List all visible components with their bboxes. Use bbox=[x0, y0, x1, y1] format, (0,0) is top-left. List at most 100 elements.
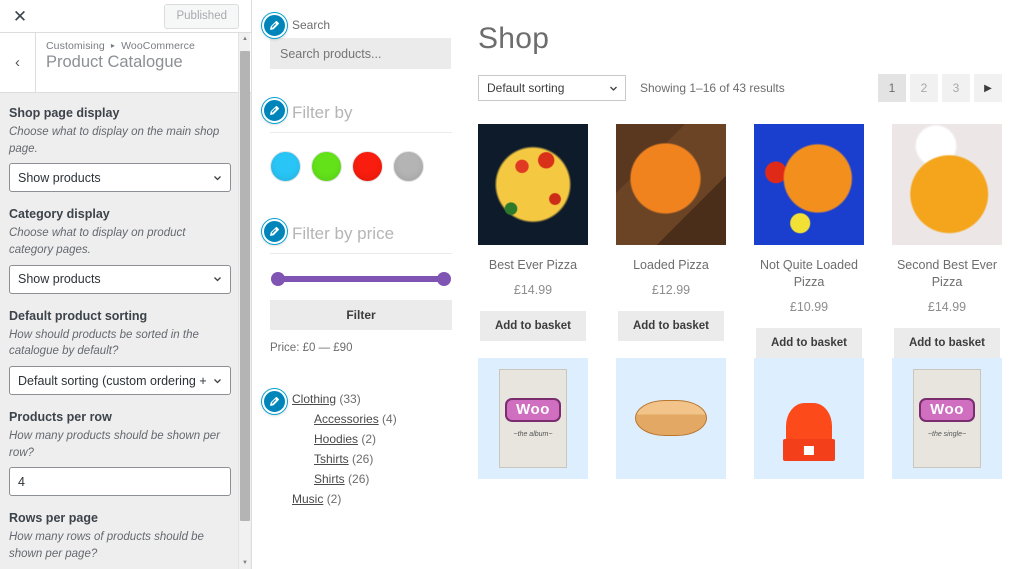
control-label: Category display bbox=[9, 207, 110, 222]
customizer-screen: ✕ Published ‹ Customising ▸ WooCommerce … bbox=[0, 0, 1024, 569]
control-description: Choose what to display on product catego… bbox=[9, 227, 186, 257]
product-price: £12.99 bbox=[651, 282, 691, 297]
product-thumbnail[interactable] bbox=[754, 124, 864, 245]
edit-pencil-icon[interactable] bbox=[262, 219, 287, 244]
search-form bbox=[270, 38, 452, 69]
back-chevron-icon[interactable]: ‹ bbox=[0, 33, 36, 92]
beanie-illustration bbox=[783, 403, 836, 462]
control-label: Default product sorting bbox=[9, 308, 148, 323]
woo-logo: Woo bbox=[505, 398, 561, 423]
publish-button[interactable]: Published bbox=[164, 3, 239, 29]
category-link[interactable]: Music bbox=[292, 492, 323, 506]
scroll-down-icon[interactable]: ▼ bbox=[239, 557, 251, 569]
pagination-next-button[interactable]: ▶ bbox=[974, 74, 1002, 102]
colour-swatch-blue[interactable] bbox=[270, 151, 301, 182]
breadcrumb: Customising ▸ WooCommerce bbox=[46, 40, 195, 52]
control-number-input[interactable]: 4 bbox=[9, 467, 231, 497]
category-list: Clothing (33) Accessories (4) Hoodies (2) T… bbox=[270, 392, 452, 506]
scroll-up-icon[interactable]: ▲ bbox=[239, 33, 251, 45]
widget-title: Search bbox=[292, 18, 331, 32]
breadcrumb-parent[interactable]: Customising bbox=[46, 40, 105, 52]
customizer-topbar: ✕ Published bbox=[0, 0, 251, 33]
product-price: £14.99 bbox=[927, 299, 967, 314]
search-input[interactable] bbox=[270, 38, 451, 69]
page-title: Product Catalogue bbox=[46, 53, 183, 71]
add-to-basket-button[interactable]: Add to basket bbox=[479, 310, 587, 341]
add-to-basket-button[interactable]: Add to basket bbox=[893, 327, 1001, 358]
category-link[interactable]: Hoodies bbox=[314, 432, 358, 446]
product-card bbox=[754, 357, 864, 479]
scrollbar-thumb[interactable] bbox=[240, 51, 250, 521]
product-thumbnail[interactable] bbox=[892, 124, 1002, 245]
woo-logo: Woo bbox=[919, 398, 975, 423]
album-subtitle: ~the album~ bbox=[513, 431, 553, 439]
pagination-page-1[interactable]: 1 bbox=[878, 74, 906, 102]
product-card: Best Ever Pizza £14.99 Add to basket bbox=[478, 124, 588, 358]
product-thumbnail[interactable] bbox=[478, 124, 588, 245]
colour-swatch-red[interactable] bbox=[352, 151, 383, 182]
colour-swatch-green[interactable] bbox=[311, 151, 342, 182]
search-widget: Search bbox=[262, 13, 452, 69]
widget-title: Filter by price bbox=[270, 224, 452, 254]
customizer-panel-header: ‹ Customising ▸ WooCommerce Product Cata… bbox=[0, 33, 251, 93]
site-preview: Search Filter by Filter by price bbox=[252, 0, 1024, 569]
category-link[interactable]: Accessories bbox=[314, 412, 379, 426]
breadcrumb-current[interactable]: WooCommerce bbox=[121, 40, 195, 52]
add-to-basket-button[interactable]: Add to basket bbox=[617, 310, 725, 341]
beanie-tag bbox=[803, 446, 815, 456]
control-select[interactable]: Show products bbox=[9, 163, 231, 193]
edit-pencil-icon[interactable] bbox=[262, 389, 287, 414]
belt-illustration bbox=[634, 400, 708, 437]
pagination-page-2[interactable]: 2 bbox=[910, 74, 938, 102]
control-description: How many rows of products should be show… bbox=[9, 531, 204, 561]
widget-title: Filter by bbox=[270, 103, 452, 133]
category-link[interactable]: Clothing bbox=[292, 392, 336, 406]
add-to-basket-button[interactable]: Add to basket bbox=[755, 327, 863, 358]
sorting-select-value: Default sorting bbox=[487, 81, 565, 95]
control-select[interactable]: Default sorting (custom ordering + n bbox=[9, 366, 231, 396]
customizer-control: Category display Choose what to display o… bbox=[9, 207, 231, 294]
price-slider-handle-min[interactable] bbox=[271, 272, 285, 286]
sorting-select[interactable]: Default sorting bbox=[478, 75, 626, 101]
category-link[interactable]: Tshirts bbox=[314, 452, 349, 466]
edit-pencil-icon[interactable] bbox=[262, 13, 287, 38]
control-input-value: 4 bbox=[18, 474, 25, 489]
product-name[interactable]: Not Quite Loaded Pizza bbox=[754, 257, 864, 291]
category-item: Clothing (33) Accessories (4) Hoodies (2) T… bbox=[292, 392, 452, 486]
product-thumbnail[interactable] bbox=[754, 357, 864, 479]
pagination-page-3[interactable]: 3 bbox=[942, 74, 970, 102]
control-description: How should products be sorted in the cat… bbox=[9, 328, 199, 358]
product-thumbnail[interactable]: Woo ~the album~ bbox=[478, 357, 588, 479]
chevron-down-icon bbox=[610, 86, 617, 91]
category-count: (2) bbox=[361, 432, 377, 446]
panel-heading: Customising ▸ WooCommerce Product Catalo… bbox=[36, 33, 195, 92]
filter-by-price-widget: Filter by price Filter Price: £0 — £90 bbox=[262, 219, 452, 354]
customizer-control: Rows per page How many rows of products s… bbox=[9, 511, 231, 569]
sidebar-scrollbar[interactable]: ▲ ▼ bbox=[238, 33, 250, 569]
category-link[interactable]: Shirts bbox=[314, 472, 345, 486]
price-slider-handle-max[interactable] bbox=[437, 272, 451, 286]
product-name[interactable]: Loaded Pizza bbox=[616, 257, 726, 274]
product-thumbnail[interactable]: Woo ~the single~ bbox=[892, 357, 1002, 479]
filter-by-widget: Filter by bbox=[262, 98, 452, 182]
product-name[interactable]: Best Ever Pizza bbox=[478, 257, 588, 274]
price-range-slider[interactable] bbox=[271, 272, 451, 286]
album-art: Woo ~the single~ bbox=[912, 368, 982, 468]
product-thumbnail[interactable] bbox=[616, 124, 726, 245]
product-thumbnail[interactable] bbox=[616, 357, 726, 479]
album-art: Woo ~the album~ bbox=[498, 368, 568, 468]
control-select-value: Default sorting (custom ordering + n bbox=[18, 373, 206, 388]
filter-button[interactable]: Filter bbox=[270, 300, 452, 330]
customizer-control: Default product sorting How should produc… bbox=[9, 308, 231, 396]
colour-swatch-list bbox=[270, 151, 452, 182]
product-name[interactable]: Second Best Ever Pizza bbox=[892, 257, 1002, 291]
control-select[interactable]: Show products bbox=[9, 264, 231, 294]
colour-swatch-grey[interactable] bbox=[393, 151, 424, 182]
album-subtitle: ~the single~ bbox=[927, 431, 967, 439]
product-card: Loaded Pizza £12.99 Add to basket bbox=[616, 124, 726, 358]
edit-pencil-icon[interactable] bbox=[262, 98, 287, 123]
control-select-value: Show products bbox=[18, 272, 101, 287]
category-item: Music (2) bbox=[292, 492, 452, 506]
close-icon[interactable]: ✕ bbox=[10, 6, 30, 26]
category-count: (4) bbox=[382, 412, 397, 426]
